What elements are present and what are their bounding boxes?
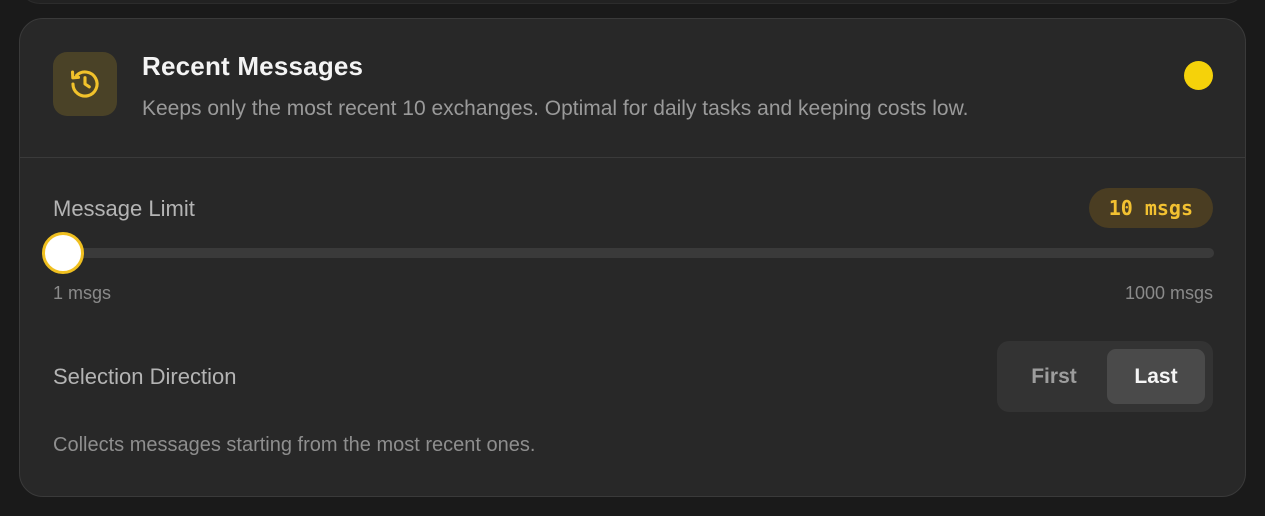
strategy-card-recent-messages[interactable]: Recent Messages Keeps only the most rece… [19, 18, 1246, 497]
message-limit-label: Message Limit [53, 196, 195, 221]
card-title: Recent Messages [142, 51, 364, 81]
selection-direction-toggle: First Last [997, 341, 1213, 412]
slider-min-label: 1 msgs [53, 283, 112, 303]
direction-option-first[interactable]: First [1005, 349, 1103, 404]
card-header: Recent Messages Keeps only the most rece… [20, 19, 1245, 158]
message-limit-value-badge: 10 msgs [1088, 188, 1213, 228]
slider-thumb[interactable] [42, 232, 84, 274]
history-icon [70, 70, 99, 98]
direction-option-last[interactable]: Last [1107, 349, 1205, 404]
selection-direction-help: Collects messages starting from the most… [53, 434, 536, 456]
selection-direction-label: Selection Direction [53, 364, 237, 389]
card-description: Keeps only the most recent 10 exchanges.… [142, 97, 969, 120]
active-status-dot [1184, 61, 1213, 90]
previous-card-edge [18, 0, 1247, 4]
page: Recent Messages Keeps only the most rece… [0, 0, 1265, 516]
slider-max-label: 1000 msgs [1124, 283, 1213, 303]
message-limit-slider[interactable] [42, 232, 1214, 274]
history-icon-tile [53, 52, 117, 116]
